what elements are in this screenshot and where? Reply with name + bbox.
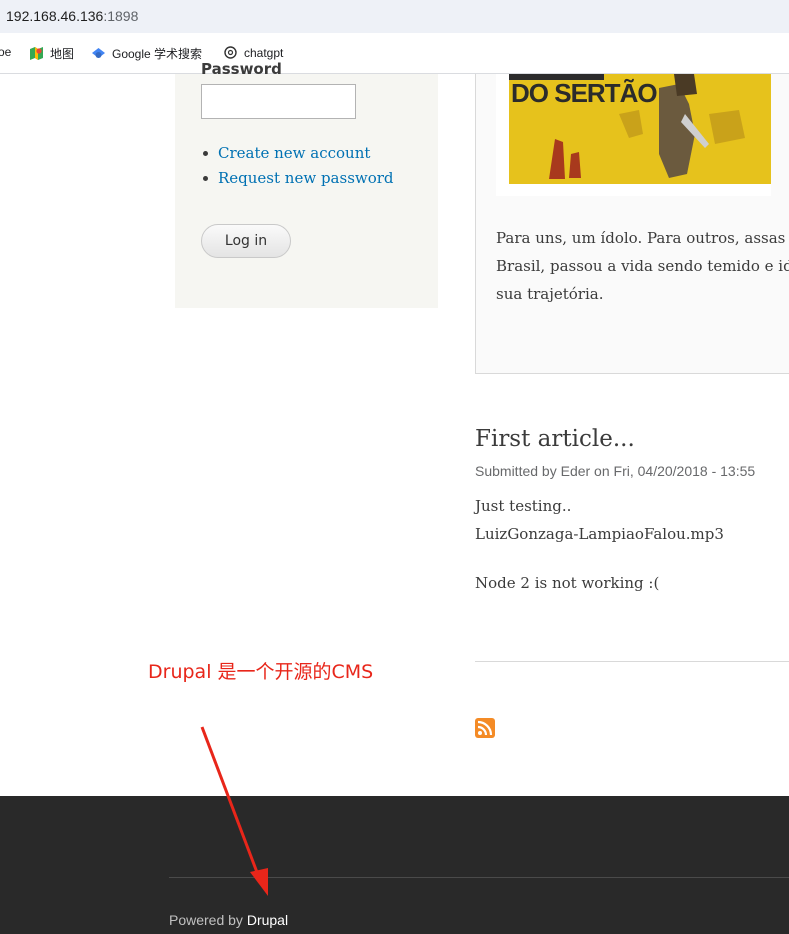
request-password-link[interactable]: Request new password xyxy=(218,169,394,187)
bookmark-label: oe xyxy=(0,45,12,59)
openai-icon xyxy=(223,45,238,60)
login-links: Create new account Request new password xyxy=(201,141,394,191)
bookmark-google-scholar[interactable]: Google 学术搜索 xyxy=(91,45,202,62)
bookmarks-bar: oe 地图 Google 学术搜索 chatgpt xyxy=(0,33,789,74)
site-footer: Powered by Drupal xyxy=(0,796,789,934)
article-submitted: Submitted by Eder on Fri, 04/20/2018 - 1… xyxy=(475,463,756,479)
url-port: :1898 xyxy=(103,8,139,24)
poster-title: DO SERTÃO xyxy=(511,78,658,108)
scholar-icon xyxy=(91,46,106,61)
user-login-block: Password Create new account Request new … xyxy=(175,60,438,308)
powered-prefix: Powered by xyxy=(169,912,247,928)
teaser-line: Para uns, um ídolo. Para outros, assas xyxy=(496,229,786,247)
powered-by: Powered by Drupal xyxy=(169,912,288,928)
article-teaser: DO SERTÃO Para uns, um ídolo. Para outro… xyxy=(475,74,789,374)
article-title[interactable]: First article... xyxy=(475,426,635,452)
poster-image: DO SERTÃO xyxy=(509,74,771,184)
drupal-link[interactable]: Drupal xyxy=(247,912,288,928)
create-account-link[interactable]: Create new account xyxy=(218,144,370,162)
list-item: Create new account xyxy=(201,141,394,166)
address-bar[interactable]: 192.168.46.136:1898 xyxy=(0,0,789,33)
divider xyxy=(475,661,789,662)
bookmark-label: chatgpt xyxy=(244,45,284,60)
body-note: Node 2 is not working :( xyxy=(475,574,660,592)
body-line: LuizGonzaga-LampiaoFalou.mp3 xyxy=(475,525,724,543)
body-line: Just testing.. xyxy=(475,497,572,515)
teaser-line: Brasil, passou a vida sendo temido e id xyxy=(496,257,789,275)
article-body: Just testing.. LuizGonzaga-LampiaoFalou.… xyxy=(475,492,724,618)
rss-feed-icon[interactable] xyxy=(475,718,495,738)
bookmark-chatgpt[interactable]: chatgpt xyxy=(223,45,283,60)
bookmark-item[interactable]: oe xyxy=(0,45,11,59)
log-in-button[interactable]: Log in xyxy=(201,224,291,258)
password-input[interactable] xyxy=(201,84,356,119)
article-image[interactable]: DO SERTÃO xyxy=(496,74,771,196)
list-item: Request new password xyxy=(201,166,394,191)
annotation-text: Drupal 是一个开源的CMS xyxy=(148,661,374,683)
url-host: 192.168.46.136 xyxy=(6,8,104,24)
bookmark-label: Google 学术搜索 xyxy=(112,47,203,61)
maps-icon xyxy=(29,46,44,61)
article-teaser-text: Para uns, um ídolo. Para outros, assas B… xyxy=(496,224,789,308)
footer-divider xyxy=(169,877,789,878)
bookmark-maps[interactable]: 地图 xyxy=(29,45,74,62)
password-label: Password xyxy=(201,60,282,78)
teaser-line: sua trajetória. xyxy=(496,285,604,303)
bookmark-label: 地图 xyxy=(50,47,75,61)
